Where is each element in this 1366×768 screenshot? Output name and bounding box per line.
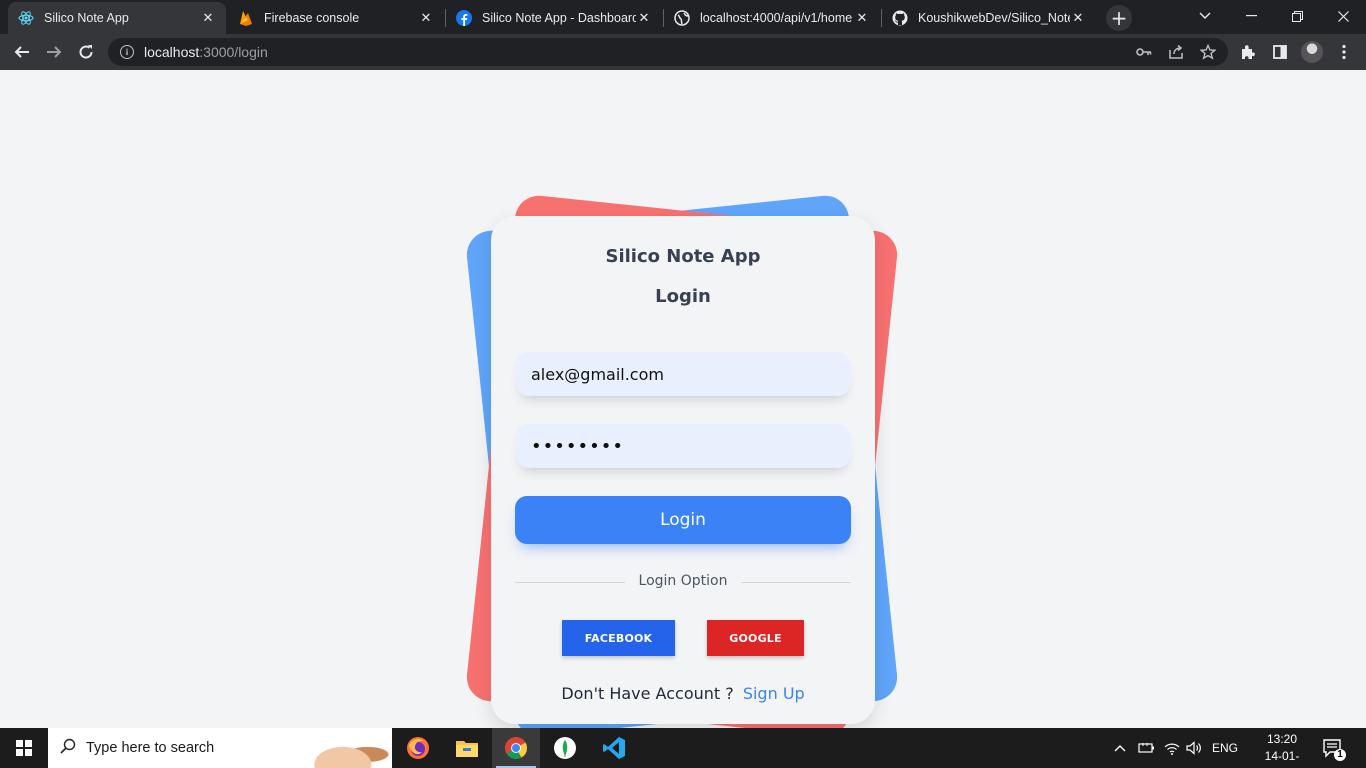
clock-time: 13:20 <box>1266 732 1298 746</box>
tab-title: Silico Note App - Dashboard <box>482 11 636 25</box>
close-tab-icon[interactable]: ✕ <box>418 10 434 26</box>
signup-prompt: Don't Have Account ? Sign Up <box>491 684 875 703</box>
site-info-icon[interactable]: i <box>120 45 134 59</box>
bookmark-star-icon[interactable] <box>1194 38 1222 66</box>
close-tab-icon[interactable]: ✕ <box>854 10 870 26</box>
share-icon[interactable] <box>1162 38 1190 66</box>
profile-avatar[interactable] <box>1301 41 1323 63</box>
firefox-icon[interactable] <box>394 728 442 768</box>
start-button[interactable] <box>0 728 48 768</box>
taskbar-search-box[interactable]: Type here to search <box>48 728 392 768</box>
password-field[interactable] <box>515 424 851 468</box>
github-icon <box>892 10 908 26</box>
volume-icon[interactable] <box>1186 728 1204 768</box>
login-card: Silico Note App Login Login Login Option… <box>491 216 875 724</box>
facebook-icon <box>456 10 472 26</box>
search-icon <box>60 738 76 758</box>
menu-kebab-icon[interactable] <box>1330 38 1358 66</box>
extensions-icon[interactable] <box>1234 38 1262 66</box>
windows-logo-icon <box>16 740 32 756</box>
login-option-divider: Login Option <box>515 572 851 592</box>
reload-icon[interactable] <box>72 38 100 66</box>
close-tab-icon[interactable]: ✕ <box>636 10 652 26</box>
url-text: localhost:3000/login <box>144 44 268 60</box>
tab-localhost-api[interactable]: localhost:4000/api/v1/home ✕ <box>664 2 880 34</box>
tab-github-repo[interactable]: KoushikwebDev/Silico_Note_ ✕ <box>882 2 1096 34</box>
file-explorer-icon[interactable] <box>443 728 491 768</box>
no-account-text: Don't Have Account ? <box>561 684 734 703</box>
login-heading: Login <box>655 286 711 307</box>
address-bar[interactable]: i localhost:3000/login <box>108 38 1228 66</box>
search-placeholder: Type here to search <box>86 740 215 756</box>
tab-firebase-console[interactable]: Firebase console ✕ <box>228 2 444 34</box>
battery-icon[interactable] <box>1138 728 1156 768</box>
forward-icon[interactable] <box>40 38 68 66</box>
close-tab-icon[interactable]: ✕ <box>1070 10 1086 26</box>
notification-count: 1 <box>1337 749 1343 760</box>
divider-text: Login Option <box>638 573 728 589</box>
email-field[interactable] <box>515 352 851 396</box>
signup-link[interactable]: Sign Up <box>743 684 805 703</box>
key-icon[interactable] <box>1130 38 1158 66</box>
restore-button[interactable] <box>1274 0 1320 32</box>
tab-title: localhost:4000/api/v1/home <box>700 11 853 25</box>
tab-silico-dashboard[interactable]: Silico Note App - Dashboard ✕ <box>446 2 662 34</box>
language-indicator[interactable]: ENG <box>1212 728 1238 768</box>
login-button[interactable]: Login <box>515 496 851 544</box>
tab-silico-note-app[interactable]: Silico Note App ✕ <box>8 2 226 34</box>
tab-search-icon[interactable] <box>1182 0 1228 32</box>
browser-tab-strip: Silico Note App ✕ Firebase console ✕ Sil… <box>0 0 1366 34</box>
app-title: Silico Note App <box>605 246 761 267</box>
react-icon <box>18 10 34 26</box>
browser-toolbar: i localhost:3000/login <box>0 34 1366 70</box>
divider-line <box>741 582 851 583</box>
tab-title: Silico Note App <box>44 11 129 25</box>
back-icon[interactable] <box>8 38 36 66</box>
mongodb-compass-icon[interactable] <box>541 728 589 768</box>
new-tab-button[interactable]: + <box>1106 5 1132 31</box>
system-clock[interactable]: 13:20 14-01-2023 <box>1252 731 1312 768</box>
minimize-button[interactable] <box>1228 0 1274 32</box>
firebase-icon <box>238 10 254 26</box>
google-login-button[interactable]: GOOGLE <box>707 620 804 656</box>
show-hidden-icons[interactable] <box>1114 728 1126 768</box>
vscode-icon[interactable] <box>590 728 638 768</box>
wifi-icon[interactable] <box>1164 728 1180 768</box>
tab-title: KoushikwebDev/Silico_Note_ <box>918 11 1070 25</box>
search-highlight-illustration <box>310 734 392 768</box>
close-window-button[interactable] <box>1320 0 1366 32</box>
page-body: Silico Note App Login Login Login Option… <box>0 70 1366 739</box>
notification-center-icon[interactable]: 1 <box>1318 736 1348 762</box>
tab-title: Firebase console <box>264 11 360 25</box>
facebook-login-button[interactable]: FACEBOOK <box>562 620 675 656</box>
globe-icon <box>674 10 690 26</box>
windows-taskbar: Type here to search ENG 13:20 14-01-2023… <box>0 728 1366 768</box>
chrome-icon[interactable] <box>492 728 540 768</box>
clock-date: 14-01-2023 <box>1264 749 1300 768</box>
close-tab-icon[interactable]: ✕ <box>200 10 216 26</box>
side-panel-icon[interactable] <box>1266 38 1294 66</box>
